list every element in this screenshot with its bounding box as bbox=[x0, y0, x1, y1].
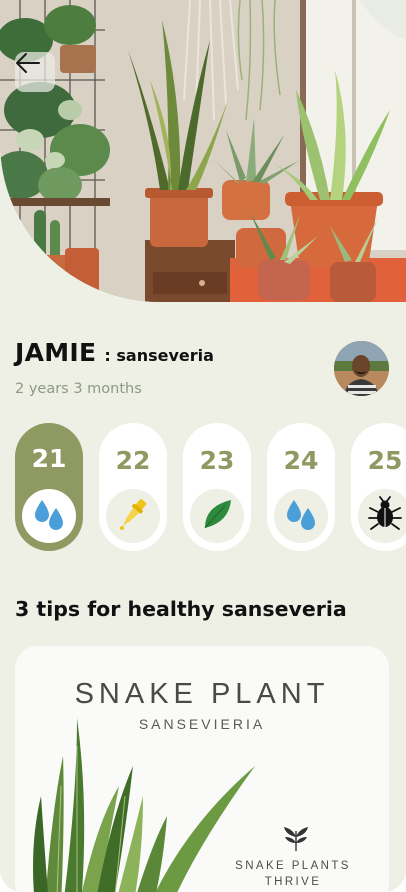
tip-card-title: SNAKE PLANT bbox=[74, 678, 330, 710]
day-number: 25 bbox=[367, 446, 403, 475]
day-icon-circle bbox=[274, 489, 328, 543]
hero-image bbox=[0, 0, 406, 302]
tip-card-footer: SNAKE PLANTS THRIVE bbox=[215, 858, 371, 890]
owner-name: JAMIE bbox=[15, 338, 97, 367]
plant-species: : sanseveria bbox=[104, 346, 214, 365]
day-card-25[interactable]: 25 bbox=[351, 423, 406, 551]
tip-card-footer-line2: THRIVE bbox=[264, 876, 322, 888]
plant-age: 2 years 3 months bbox=[15, 381, 142, 397]
day-number: 21 bbox=[31, 444, 67, 473]
care-schedule-days: 21 22 23 24 25 bbox=[15, 423, 406, 553]
tip-card-footer-line1: SNAKE PLANTS bbox=[235, 860, 351, 872]
bug-icon bbox=[365, 494, 405, 538]
avatar[interactable] bbox=[334, 341, 389, 396]
plant-owner-header: JAMIE : sanseveria bbox=[15, 338, 214, 367]
day-card-22[interactable]: 22 bbox=[99, 423, 167, 551]
day-icon-circle bbox=[190, 489, 244, 543]
sprig-icon bbox=[281, 823, 311, 857]
tip-card-subtitle: SANSEVIERIA bbox=[138, 716, 266, 732]
day-card-23[interactable]: 23 bbox=[183, 423, 251, 551]
back-button[interactable] bbox=[15, 52, 55, 92]
day-icon-circle bbox=[358, 489, 406, 543]
day-card-24[interactable]: 24 bbox=[267, 423, 335, 551]
water-drops-icon bbox=[29, 494, 69, 538]
day-number: 24 bbox=[283, 446, 319, 475]
water-drops-icon bbox=[281, 494, 321, 538]
day-icon-circle bbox=[22, 489, 76, 543]
fertilizer-dropper-icon bbox=[113, 494, 153, 538]
plant-detail-screen: JAMIE : sanseveria 2 years 3 months 21 2… bbox=[0, 0, 406, 892]
day-card-21[interactable]: 21 bbox=[15, 423, 83, 551]
tips-section-title: 3 tips for healthy sanseveria bbox=[15, 597, 347, 621]
day-icon-circle bbox=[106, 489, 160, 543]
leaf-icon bbox=[197, 494, 237, 538]
day-number: 22 bbox=[115, 446, 151, 475]
day-number: 23 bbox=[199, 446, 235, 475]
tip-card-snake-plant[interactable]: SNAKE PLANT SANSEVIERIA SNAKE PLANTS THR… bbox=[15, 646, 389, 892]
